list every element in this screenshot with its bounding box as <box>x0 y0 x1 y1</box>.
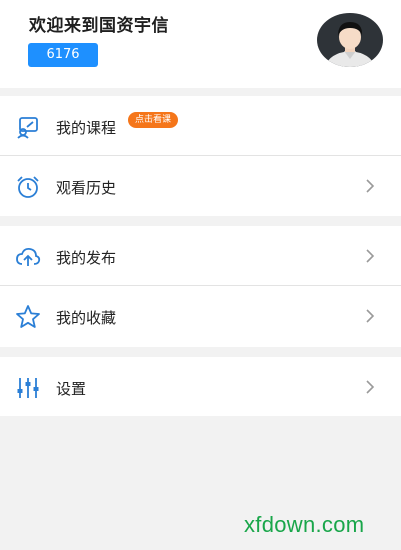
menu-label-my-posts: 我的发布 <box>56 249 117 267</box>
menu-label-my-favorites: 我的收藏 <box>56 309 117 327</box>
menu-group-settings: 设置 <box>0 357 401 416</box>
menu-item-my-posts[interactable]: 我的发布 <box>0 226 401 286</box>
profile-header: 欢迎来到国资宇信 6176 <box>0 0 401 88</box>
watch-course-badge[interactable]: 点击看课 <box>128 112 179 128</box>
menu-label-settings: 设置 <box>56 380 87 398</box>
sliders-icon <box>17 378 39 398</box>
course-icon <box>17 117 38 139</box>
menu-group-content: 我的发布 我的收藏 <box>0 226 401 347</box>
menu-item-settings[interactable]: 设置 <box>0 357 401 417</box>
menu-group-courses: 我的课程 点击看课 观看历史 <box>0 96 401 216</box>
chevron-right-icon <box>366 249 375 263</box>
alarm-clock-icon <box>17 176 39 198</box>
menu-item-my-courses[interactable]: 我的课程 点击看课 <box>0 96 401 156</box>
avatar[interactable] <box>317 13 383 67</box>
user-id-badge: 6176 <box>28 43 98 67</box>
welcome-title: 欢迎来到国资宇信 <box>29 16 169 36</box>
menu-label-my-courses: 我的课程 <box>56 119 117 137</box>
chevron-right-icon <box>366 309 375 323</box>
cloud-upload-icon <box>16 247 41 266</box>
menu-item-my-favorites[interactable]: 我的收藏 <box>0 286 401 346</box>
chevron-right-icon <box>366 179 375 193</box>
watermark-text: xfdown.com <box>244 512 365 537</box>
star-icon <box>16 305 40 328</box>
menu-label-watch-history: 观看历史 <box>56 179 117 197</box>
menu-item-watch-history[interactable]: 观看历史 <box>0 156 401 216</box>
chevron-right-icon <box>366 380 375 394</box>
